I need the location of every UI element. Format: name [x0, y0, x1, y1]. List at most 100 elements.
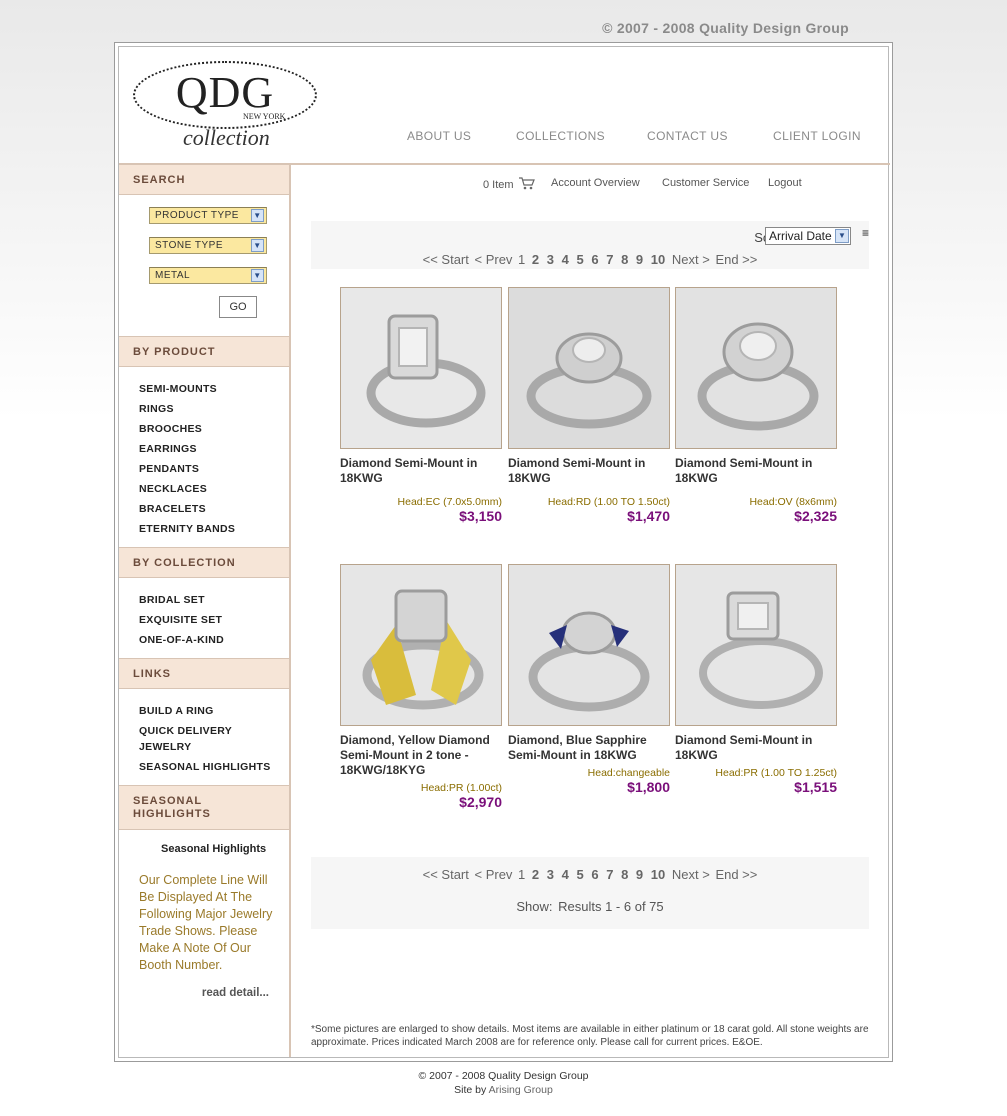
sidebar-item-necklaces[interactable]: NECKLACES	[139, 483, 207, 495]
product-name[interactable]: Diamond Semi-Mount in 18KWG	[675, 733, 839, 763]
pager-end[interactable]: End >>	[715, 252, 757, 267]
results-label: Show:	[516, 899, 553, 914]
pager-page-9[interactable]: 9	[636, 867, 643, 882]
sidebar-item-build-a-ring[interactable]: BUILD A RING	[139, 705, 214, 717]
pager-next[interactable]: Next >	[672, 252, 710, 267]
bottom-pager-panel: << Start < Prev 1 2 3 4 5 6 7 8 9 10 Nex…	[311, 857, 869, 929]
pager-page-3[interactable]: 3	[547, 867, 554, 882]
pager-next[interactable]: Next >	[672, 867, 710, 882]
pager-prev[interactable]: < Prev	[474, 867, 512, 882]
product-price: $1,800	[627, 779, 670, 795]
product-image[interactable]	[508, 564, 670, 726]
metal-select[interactable]: METAL ▼	[149, 267, 267, 284]
nav-about-us[interactable]: ABOUT US	[407, 129, 471, 143]
sidebar-item-rings[interactable]: RINGS	[139, 403, 174, 415]
links-heading: LINKS	[119, 658, 289, 689]
sidebar-item-eternity-bands[interactable]: ETERNITY BANDS	[139, 523, 235, 535]
product-card: Diamond, Blue Sapphire Semi-Mount in 18K…	[508, 564, 672, 795]
read-detail-link[interactable]: read detail...	[202, 987, 269, 999]
ring-icon	[509, 565, 669, 725]
pager-start[interactable]: << Start	[423, 252, 469, 267]
stone-type-label: STONE TYPE	[155, 240, 223, 251]
cart-link[interactable]: 0 Item	[483, 177, 535, 191]
pager-page-10[interactable]: 10	[651, 867, 665, 882]
ring-icon	[341, 565, 501, 725]
pager-page-4[interactable]: 4	[562, 252, 569, 267]
product-head: Head:OV (8x6mm)	[749, 496, 837, 508]
pager-prev[interactable]: < Prev	[474, 252, 512, 267]
stone-type-select[interactable]: STONE TYPE ▼	[149, 237, 267, 254]
pager-page-4[interactable]: 4	[562, 867, 569, 882]
pager-page-7[interactable]: 7	[606, 252, 613, 267]
pager-page-1: 1	[518, 867, 526, 882]
pager-page-5[interactable]: 5	[576, 867, 583, 882]
sidebar-item-quick-delivery[interactable]: QUICK DELIVERY	[139, 725, 232, 737]
pager-page-2[interactable]: 2	[532, 867, 539, 882]
sidebar-item-jewelry[interactable]: JEWELRY	[139, 741, 191, 753]
metal-label: METAL	[155, 270, 191, 281]
pager-page-3[interactable]: 3	[547, 252, 554, 267]
nav-collections[interactable]: COLLECTIONS	[516, 129, 605, 143]
pager-page-1: 1	[518, 252, 526, 267]
product-type-select[interactable]: PRODUCT TYPE ▼	[149, 207, 267, 224]
pager-page-10[interactable]: 10	[651, 252, 665, 267]
sidebar-item-seasonal-highlights[interactable]: SEASONAL HIGHLIGHTS	[139, 761, 271, 773]
sidebar-item-one-of-a-kind[interactable]: ONE-OF-A-KIND	[139, 634, 224, 646]
cart-icon	[518, 177, 535, 190]
product-name[interactable]: Diamond Semi-Mount in 18KWG	[508, 456, 672, 486]
sidebar-item-pendants[interactable]: PENDANTS	[139, 463, 199, 475]
product-card: Diamond Semi-Mount in 18KWG Head:RD (1.0…	[508, 287, 672, 524]
footer-copyright: © 2007 - 2008 Quality Design Group	[418, 1070, 589, 1082]
pager-page-7[interactable]: 7	[606, 867, 613, 882]
product-price: $1,515	[794, 779, 837, 795]
pager-page-6[interactable]: 6	[591, 252, 598, 267]
product-image[interactable]	[675, 564, 837, 726]
pager-page-9[interactable]: 9	[636, 252, 643, 267]
product-image[interactable]	[675, 287, 837, 449]
sidebar-item-earrings[interactable]: EARRINGS	[139, 443, 197, 455]
sidebar-item-brooches[interactable]: BROOCHES	[139, 423, 202, 435]
by-collection-heading: BY COLLECTION	[119, 547, 289, 578]
nav-contact-us[interactable]: CONTACT US	[647, 129, 728, 143]
sidebar-item-exquisite-set[interactable]: EXQUISITE SET	[139, 614, 222, 626]
pager-page-8[interactable]: 8	[621, 252, 628, 267]
ring-icon	[341, 288, 501, 448]
seasonal-heading-line2: HIGHLIGHTS	[133, 808, 211, 820]
disclaimer: *Some pictures are enlarged to show deta…	[311, 1024, 869, 1048]
product-price: $2,970	[459, 794, 502, 810]
product-price: $3,150	[459, 508, 502, 524]
go-button[interactable]: GO	[219, 296, 257, 318]
sort-panel: Sort by: Arrival Date ▼ ≡ << Start < Pre…	[311, 221, 869, 269]
product-image[interactable]	[508, 287, 670, 449]
sidebar-item-semi-mounts[interactable]: SEMI-MOUNTS	[139, 383, 217, 395]
nav-client-login[interactable]: CLIENT LOGIN	[773, 129, 861, 143]
footer: © 2007 - 2008 Quality Design Group Site …	[0, 1069, 1007, 1097]
pager-page-5[interactable]: 5	[576, 252, 583, 267]
search-heading: SEARCH	[119, 165, 289, 195]
pager-start[interactable]: << Start	[423, 867, 469, 882]
sort-order-icon[interactable]: ≡	[862, 226, 869, 240]
pager-page-8[interactable]: 8	[621, 867, 628, 882]
product-head: Head:PR (1.00ct)	[420, 782, 502, 794]
product-name[interactable]: Diamond Semi-Mount in 18KWG	[675, 456, 839, 486]
product-image[interactable]	[340, 287, 502, 449]
pager-page-6[interactable]: 6	[591, 867, 598, 882]
product-name[interactable]: Diamond Semi-Mount in 18KWG	[340, 456, 504, 486]
chevron-down-icon: ▼	[835, 229, 849, 243]
sidebar-item-bracelets[interactable]: BRACELETS	[139, 503, 206, 515]
sidebar-item-bridal-set[interactable]: BRIDAL SET	[139, 594, 205, 606]
pager-page-2[interactable]: 2	[532, 252, 539, 267]
product-image[interactable]	[340, 564, 502, 726]
arising-group-link[interactable]: Arising Group	[489, 1084, 553, 1096]
results-text: Results 1 - 6 of 75	[558, 899, 664, 914]
product-name[interactable]: Diamond, Blue Sapphire Semi-Mount in 18K…	[508, 733, 672, 763]
customer-service-link[interactable]: Customer Service	[662, 177, 749, 189]
by-product-heading: BY PRODUCT	[119, 336, 289, 367]
qdg-logo[interactable]: QDG NEW YORK collection	[133, 61, 317, 153]
logout-link[interactable]: Logout	[768, 177, 802, 189]
sort-select[interactable]: Arrival Date ▼	[765, 227, 851, 245]
product-name[interactable]: Diamond, Yellow Diamond Semi-Mount in 2 …	[340, 733, 504, 778]
product-price: $2,325	[794, 508, 837, 524]
pager-end[interactable]: End >>	[715, 867, 757, 882]
account-overview-link[interactable]: Account Overview	[551, 177, 640, 189]
